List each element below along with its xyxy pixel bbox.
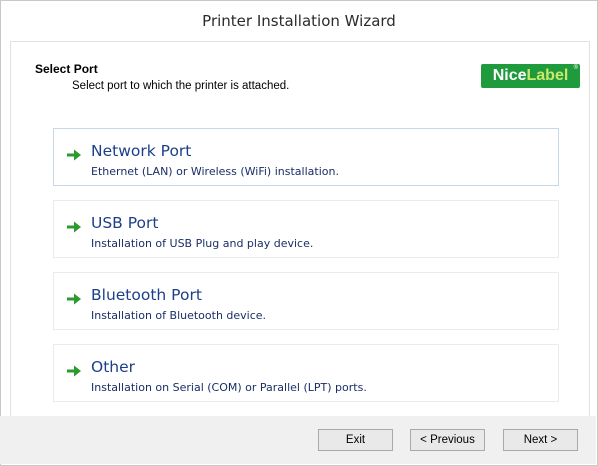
option-description: Installation of USB Plug and play device… [91,237,314,250]
previous-button[interactable]: < Previous [410,429,485,451]
window-titlebar: Printer Installation Wizard [1,1,597,41]
nicelabel-logo: Nice Label ® [481,64,580,88]
logo-text-label: Label [526,67,569,84]
option-title: Other [91,358,136,376]
option-description: Ethernet (LAN) or Wireless (WiFi) instal… [91,165,339,178]
window-title: Printer Installation Wizard [202,12,396,30]
section-subtitle: Select port to which the printer is atta… [72,80,290,92]
option-description: Installation on Serial (COM) or Parallel… [91,381,367,394]
section-title: Select Port [35,62,98,76]
option-title: Network Port [91,142,192,160]
exit-button[interactable]: Exit [318,429,393,451]
green-arrow-icon [67,293,81,305]
option-network-port[interactable]: Network Port Ethernet (LAN) or Wireless … [53,128,559,186]
option-usb-port[interactable]: USB Port Installation of USB Plug and pl… [53,200,559,258]
option-bluetooth-port[interactable]: Bluetooth Port Installation of Bluetooth… [53,272,559,330]
option-title: Bluetooth Port [91,286,202,304]
next-button[interactable]: Next > [503,429,578,451]
logo-text-nice: Nice [492,67,527,84]
green-arrow-icon [67,365,81,377]
green-arrow-icon [67,221,81,233]
option-description: Installation of Bluetooth device. [91,309,267,322]
green-arrow-icon [67,149,81,161]
option-title: USB Port [91,214,159,232]
option-other[interactable]: Other Installation on Serial (COM) or Pa… [53,344,559,402]
logo-registered-mark: ® [573,65,578,71]
